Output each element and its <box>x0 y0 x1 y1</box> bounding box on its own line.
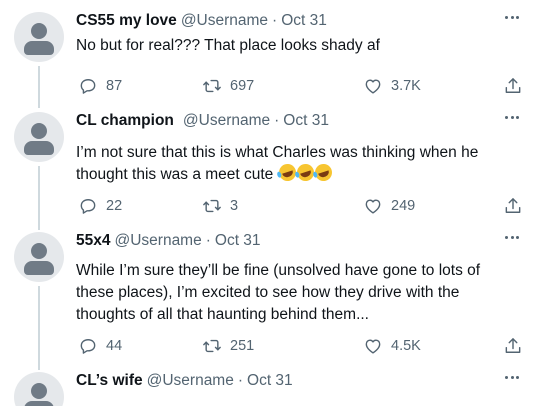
tweet[interactable]: CS55 my love @Username · Oct 31 No but f… <box>0 12 540 122</box>
tweet-text-body: I’m not sure that this is what Charles w… <box>76 144 479 183</box>
reply-button[interactable]: 87 <box>78 76 122 96</box>
tweet-header: CL’s wife @Username · Oct 31 <box>76 372 528 394</box>
like-button[interactable]: 3.7K <box>363 76 421 96</box>
avatar[interactable] <box>14 232 64 282</box>
avatar[interactable] <box>14 112 64 162</box>
tweet-actions: 87 697 3.7K <box>76 74 528 98</box>
tweet-thread: CS55 my love @Username · Oct 31 No but f… <box>0 0 540 406</box>
tweet[interactable]: CL’s wife @Username · Oct 31 <box>0 372 540 406</box>
timestamp[interactable]: Oct 31 <box>215 232 261 250</box>
tweet-actions: 22 3 249 <box>76 194 528 218</box>
reply-count: 87 <box>106 78 123 94</box>
tweet-text: While I’m sure they’ll be fine (unsolved… <box>76 262 481 323</box>
tweet[interactable]: 55x4 @Username · Oct 31 While I’m sure t… <box>0 232 540 372</box>
tweet-text: No but for real??? That place looks shad… <box>76 37 380 54</box>
retweet-icon <box>203 339 221 353</box>
retweet-button[interactable]: 251 <box>202 336 254 356</box>
username[interactable]: @Username <box>183 112 270 130</box>
heart-icon <box>365 199 381 214</box>
tweet-header: 55x4 @Username · Oct 31 <box>76 232 528 254</box>
retweet-count: 251 <box>230 338 255 354</box>
share-button[interactable] <box>503 196 523 216</box>
more-icon[interactable] <box>500 108 524 126</box>
tweet[interactable]: CL champion @Username · Oct 31 I’m not s… <box>0 112 540 232</box>
separator: · <box>274 112 280 129</box>
retweet-icon <box>203 79 221 93</box>
tweet-content: CL champion @Username · Oct 31 I’m not s… <box>76 112 528 214</box>
retweet-button[interactable]: 697 <box>202 76 254 96</box>
retweet-count: 697 <box>230 78 255 94</box>
thread-line <box>38 286 40 370</box>
share-icon <box>505 338 521 353</box>
retweet-count: 3 <box>230 198 239 214</box>
username[interactable]: @Username <box>114 232 201 250</box>
reply-icon <box>80 79 96 94</box>
tweet-text: I’m not sure that this is what Charles w… <box>76 142 528 186</box>
timestamp[interactable]: Oct 31 <box>247 372 293 390</box>
separator: · <box>272 12 278 29</box>
reply-button[interactable]: 44 <box>78 336 122 356</box>
share-icon <box>505 198 521 213</box>
share-button[interactable] <box>503 76 523 96</box>
tweet-content: CL’s wife @Username · Oct 31 <box>76 372 528 394</box>
share-icon <box>505 78 521 93</box>
retweet-icon <box>203 199 221 213</box>
like-button[interactable]: 4.5K <box>363 336 421 356</box>
avatar[interactable] <box>14 12 64 62</box>
separator: · <box>205 232 211 249</box>
separator: · <box>237 372 244 389</box>
like-count: 249 <box>391 198 416 214</box>
reply-icon <box>80 199 96 214</box>
timestamp[interactable]: Oct 31 <box>283 112 329 130</box>
more-icon[interactable] <box>500 368 524 386</box>
more-icon[interactable] <box>500 228 524 246</box>
like-button[interactable]: 249 <box>363 196 415 216</box>
thread-line <box>38 66 40 108</box>
more-icon[interactable] <box>500 8 524 26</box>
display-name[interactable]: CS55 my love <box>76 12 177 30</box>
display-name[interactable]: CL’s wife <box>76 372 143 390</box>
tweet-content: CS55 my love @Username · Oct 31 No but f… <box>76 12 528 94</box>
reply-icon <box>80 339 96 354</box>
tweet-content: 55x4 @Username · Oct 31 While I’m sure t… <box>76 232 528 354</box>
like-count: 4.5K <box>391 338 421 354</box>
share-button[interactable] <box>503 336 523 356</box>
heart-icon <box>365 339 381 354</box>
tweet-actions: 44 251 4.5K <box>76 334 528 358</box>
thread-line <box>38 166 40 230</box>
tweet-header: CL champion @Username · Oct 31 <box>76 112 528 134</box>
rolling-on-floor-laughing-icon <box>312 161 334 184</box>
tweet-header: CS55 my love @Username · Oct 31 <box>76 12 528 34</box>
username[interactable]: @Username <box>147 372 234 390</box>
retweet-button[interactable]: 3 <box>202 196 238 216</box>
username[interactable]: @Username <box>181 12 268 30</box>
reply-count: 44 <box>106 338 123 354</box>
display-name[interactable]: 55x4 <box>76 232 110 250</box>
avatar[interactable] <box>14 372 64 406</box>
heart-icon <box>365 79 381 94</box>
reply-count: 22 <box>106 198 123 214</box>
timestamp[interactable]: Oct 31 <box>281 12 327 30</box>
like-count: 3.7K <box>391 78 421 94</box>
display-name[interactable]: CL champion <box>76 112 174 130</box>
reply-button[interactable]: 22 <box>78 196 122 216</box>
